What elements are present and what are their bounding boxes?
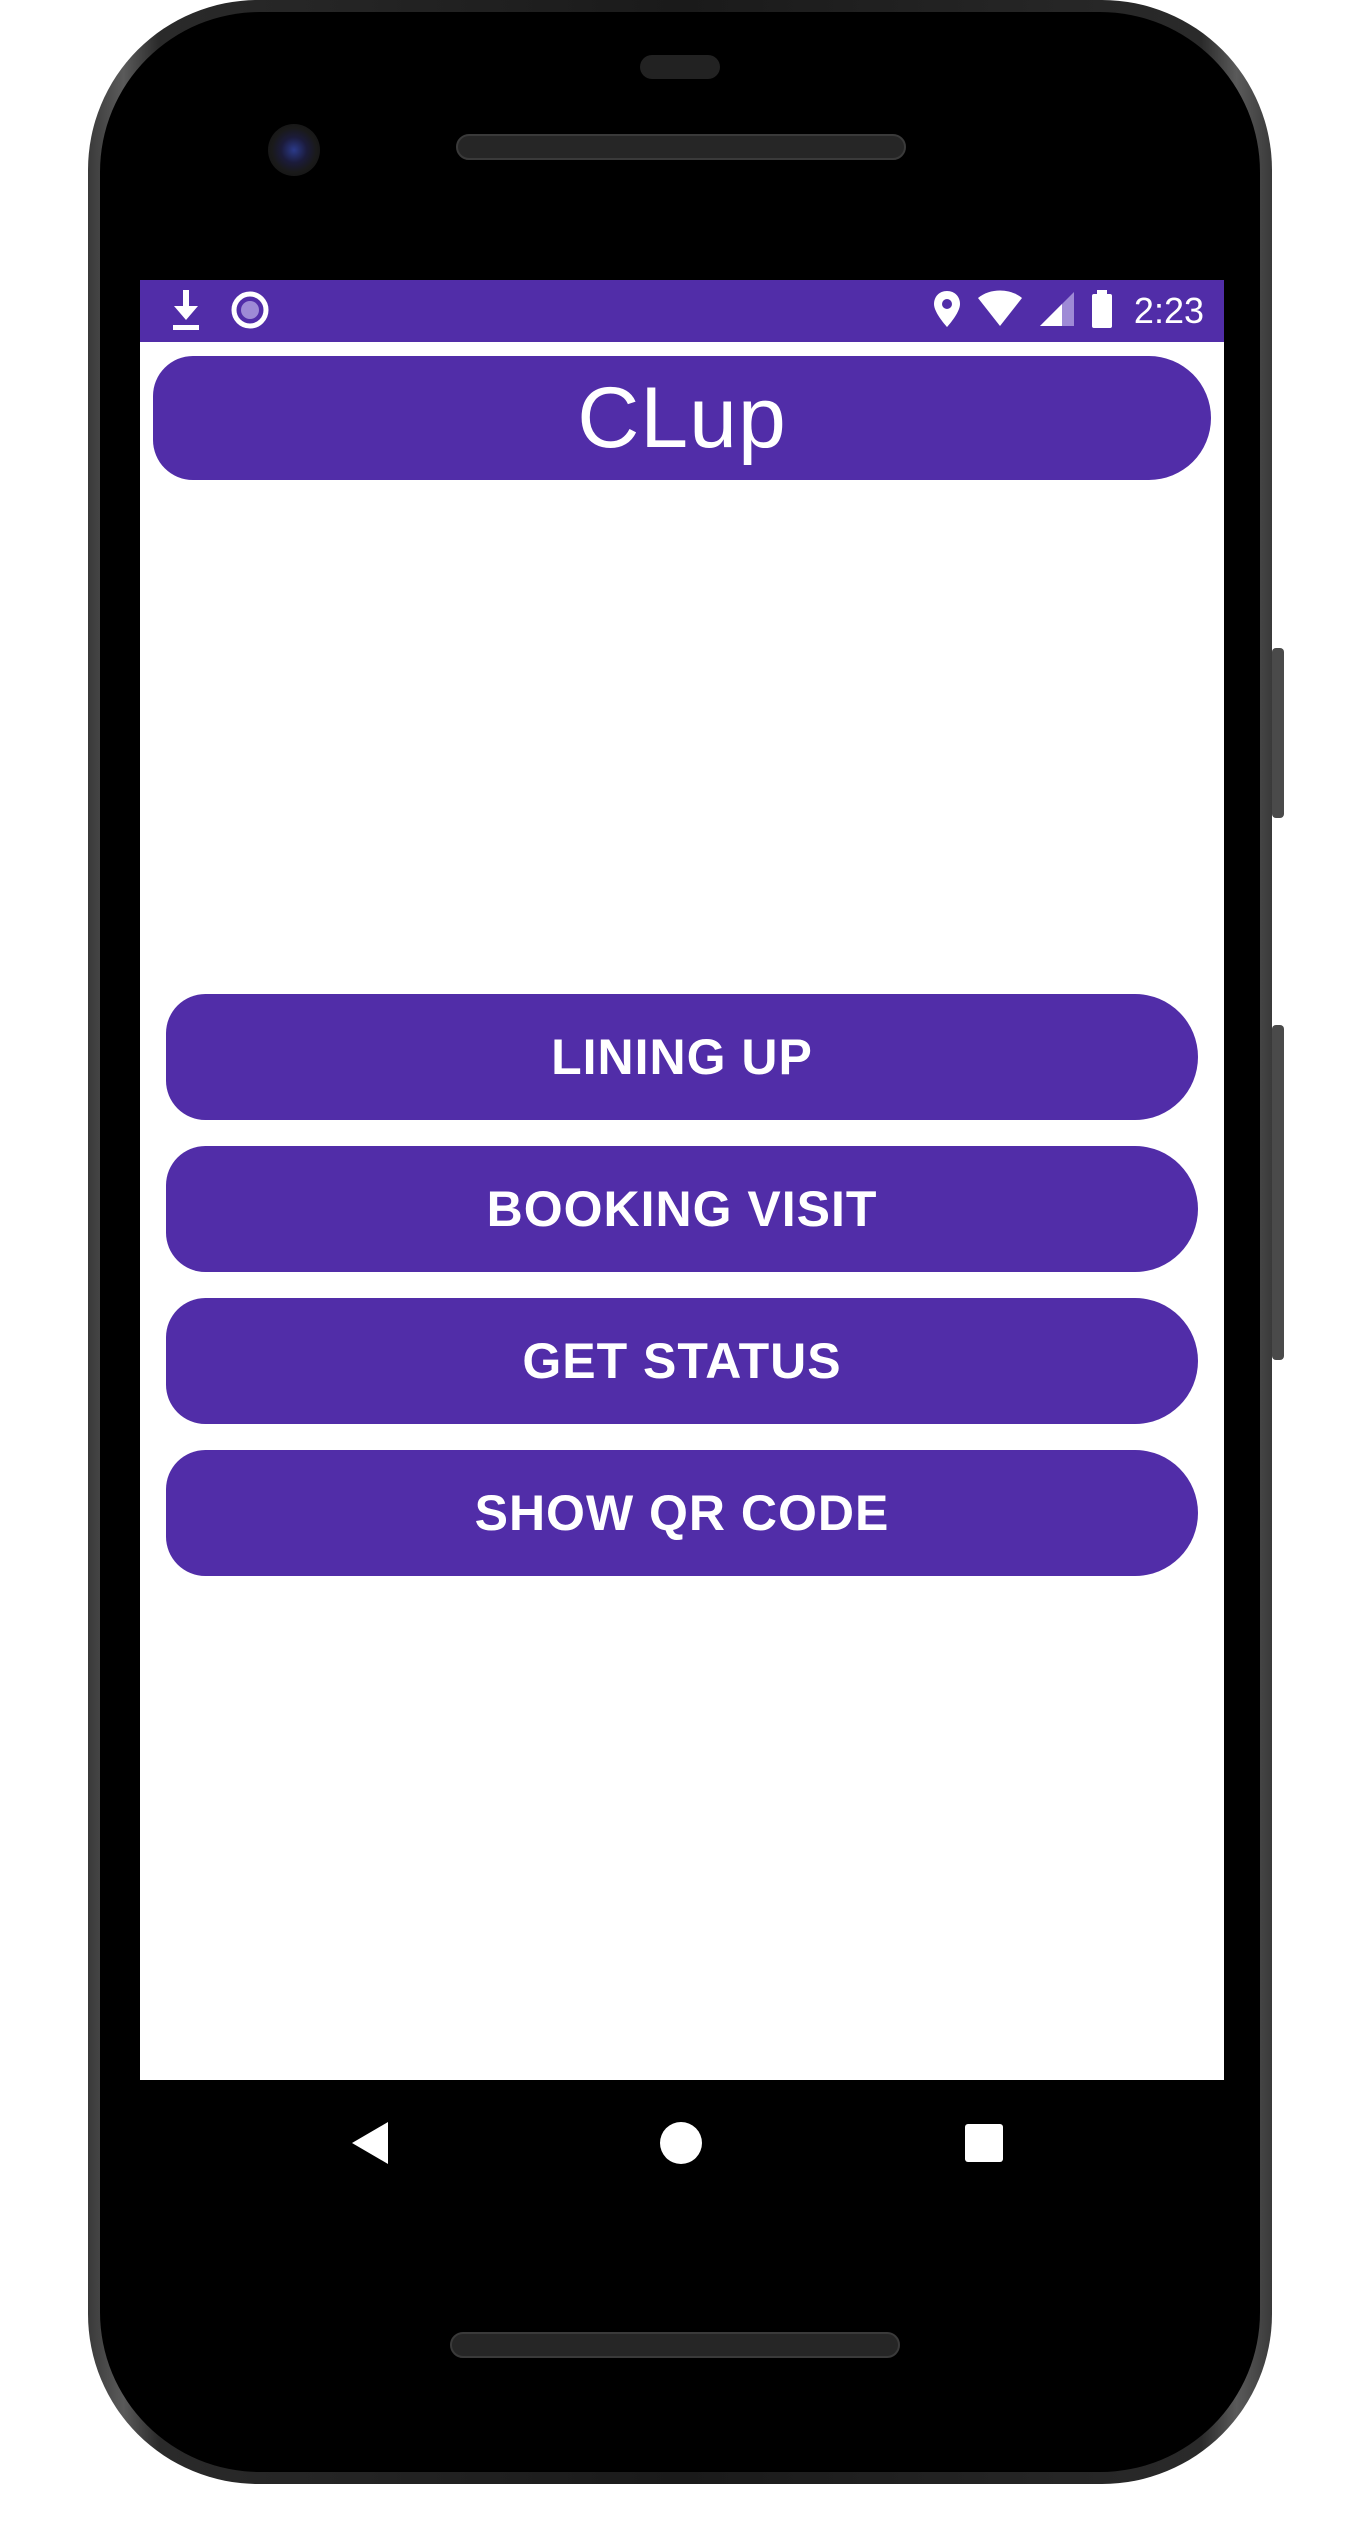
- back-button[interactable]: [336, 2110, 406, 2180]
- show-qr-code-label: SHOW QR CODE: [474, 1485, 890, 1541]
- booking-visit-label: BOOKING VISIT: [486, 1181, 878, 1237]
- app-title: CLup: [577, 369, 787, 466]
- app-title-bar: CLup: [153, 356, 1211, 480]
- back-icon: [350, 2120, 392, 2171]
- location-pin-icon: [932, 289, 962, 334]
- wifi-icon: [976, 290, 1024, 333]
- recents-button[interactable]: [949, 2110, 1019, 2180]
- navigation-bar: [140, 2080, 1224, 2210]
- lining-up-button[interactable]: LINING UP: [166, 994, 1198, 1120]
- device-mockup: 2:23 CLup LINING UP BOOKING VISIT GET ST…: [0, 0, 1370, 2534]
- phone-screen: 2:23 CLup LINING UP BOOKING VISIT GET ST…: [140, 280, 1224, 2080]
- app-content: CLup LINING UP BOOKING VISIT GET STATUS …: [140, 342, 1224, 2080]
- volume-button: [1272, 1025, 1284, 1360]
- power-button: [1272, 648, 1284, 818]
- get-status-label: GET STATUS: [522, 1333, 842, 1389]
- status-time: 2:23: [1133, 290, 1204, 331]
- circle-record-icon: [230, 290, 270, 335]
- booking-visit-button[interactable]: BOOKING VISIT: [166, 1146, 1198, 1272]
- status-right-icons: 2:23: [932, 288, 1204, 334]
- show-qr-code-button[interactable]: SHOW QR CODE: [166, 1450, 1198, 1576]
- home-button[interactable]: [646, 2110, 716, 2180]
- home-icon: [658, 2120, 704, 2171]
- recents-icon: [963, 2122, 1005, 2169]
- proximity-sensor: [640, 55, 720, 79]
- status-bar: 2:23: [140, 280, 1224, 342]
- top-speaker-grille: [456, 134, 906, 160]
- bottom-speaker-grille: [450, 2332, 900, 2358]
- status-left-icons: [170, 288, 270, 337]
- front-camera: [268, 124, 320, 176]
- get-status-button[interactable]: GET STATUS: [166, 1298, 1198, 1424]
- lining-up-label: LINING UP: [551, 1029, 813, 1085]
- download-icon: [170, 288, 202, 337]
- battery-icon: [1090, 289, 1114, 334]
- cell-signal-icon: [1038, 290, 1076, 333]
